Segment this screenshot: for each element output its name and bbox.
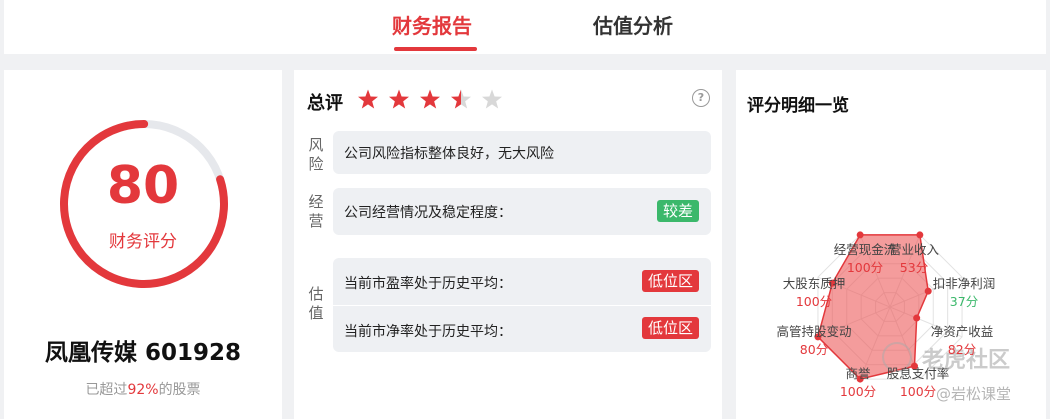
star-icon: [482, 89, 502, 109]
radar-axis-score: 80分: [799, 342, 829, 357]
section-label-char: 险: [308, 155, 324, 173]
tab-valuation-analysis[interactable]: 估值分析: [593, 10, 673, 39]
valuation-divider: [333, 305, 711, 306]
star-rating: [358, 89, 502, 109]
section-label-valuation: 估值: [308, 285, 324, 323]
tab-financial-report[interactable]: 财务报告: [392, 10, 472, 39]
operation-text: 公司经营情况及稳定程度：: [344, 205, 512, 221]
pe-text: 当前市盈率处于历史平均：: [344, 276, 512, 292]
valuation-box: 当前市盈率处于历史平均： 低位区 当前市净率处于历史平均： 低位区: [333, 258, 711, 352]
star-icon: [389, 89, 409, 109]
radar-axis-score: 100分: [795, 294, 833, 309]
operation-badge: 较差: [656, 200, 699, 222]
radar-data-point: [856, 231, 864, 239]
percentile-value: 92%: [127, 382, 159, 398]
operation-row: 公司经营情况及稳定程度： 较差: [333, 188, 711, 235]
radar-axis-score: 37分: [949, 294, 979, 309]
radar-data-point: [913, 314, 921, 322]
section-label-char: 营: [308, 212, 324, 230]
radar-axis-label: 扣非净利润: [932, 276, 996, 291]
percentile-text: 已超过92%的股票: [4, 379, 282, 399]
financial-score-value: 80: [106, 156, 180, 216]
radar-axis-label: 商誉: [845, 366, 871, 381]
percentile-prefix: 已超过: [85, 382, 128, 398]
section-label-char: 风: [308, 136, 324, 154]
radar-axis-label: 营业收入: [888, 242, 939, 257]
radar-axis-label: 净资产收益: [930, 324, 994, 339]
star-icon: [420, 89, 440, 109]
section-label-risk: 风险: [308, 136, 324, 174]
summary-card: 总评 ? 风险 公司风险指标整体良好，无大风险 经营 公司经营情况及稳定程度： …: [294, 70, 722, 419]
section-label-operation: 经营: [308, 193, 324, 231]
financial-score-card: 80 财务评分 凤凰传媒 601928 已超过92%的股票: [4, 70, 282, 419]
star-icon: [358, 89, 378, 109]
section-label-char: 值: [308, 304, 324, 322]
pe-badge: 低位区: [641, 270, 699, 292]
risk-row: 公司风险指标整体良好，无大风险: [333, 131, 711, 174]
pb-badge: 低位区: [641, 317, 699, 339]
radar-axis-score: 82分: [947, 342, 977, 357]
summary-title: 总评: [307, 93, 343, 114]
active-tab-indicator: [394, 47, 477, 51]
radar-data-point: [916, 231, 924, 239]
section-label-char: 经: [308, 193, 324, 211]
section-label-char: 估: [308, 285, 324, 303]
radar-axis-label: 高管持股变动: [776, 324, 852, 339]
percentile-suffix: 的股票: [158, 382, 201, 398]
question-circle-icon[interactable]: ?: [692, 89, 710, 107]
top-tab-bar: 财务报告 估值分析: [4, 0, 1046, 54]
pb-text: 当前市净率处于历史平均：: [344, 324, 512, 340]
radar-axis-label: 大股东质押: [782, 276, 846, 291]
score-detail-card: 评分明细一览 老虎社区 @岩松课堂 经营现金流 100分 营业收入 53分 扣非净利润 3…: [736, 70, 1046, 419]
financial-score-label: 财务评分: [109, 232, 177, 252]
risk-text: 公司风险指标整体良好，无大风险: [344, 146, 554, 162]
star-icon: [451, 89, 471, 109]
radar-axis-score: 100分: [839, 384, 877, 399]
company-name-code: 凤凰传媒 601928: [44, 340, 242, 366]
